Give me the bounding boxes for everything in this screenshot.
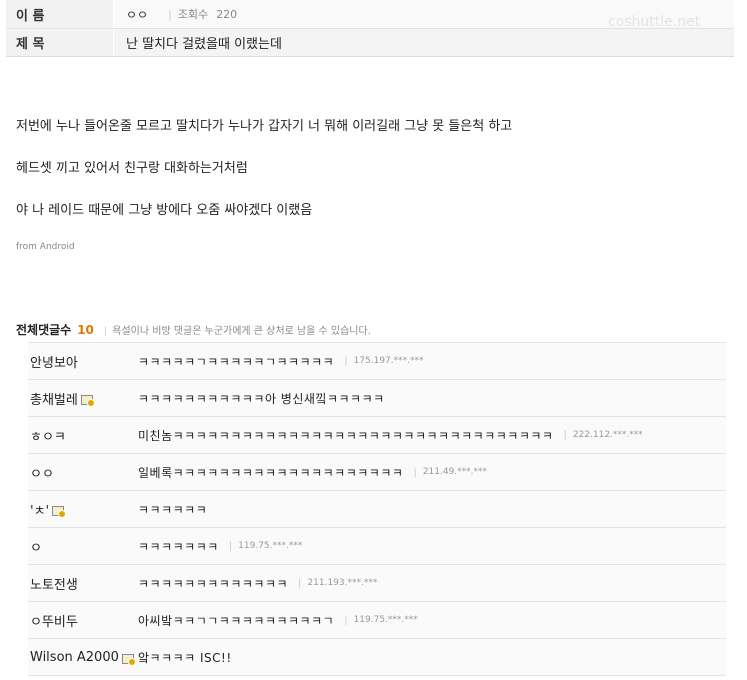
- divider: |: [413, 466, 417, 478]
- comment-row: ㅇㅇ 일베록ㅋㅋㅋㅋㅋㅋㅋㅋㅋㅋㅋㅋㅋㅋㅋㅋㅋㅋㅋㅋ | 211.49.***.***: [28, 454, 726, 491]
- comment-row: 'ㅊ' ㅋㅋㅋㅋㅋㅋ: [28, 491, 726, 528]
- comment-ip: 211.49.***.***: [422, 467, 488, 477]
- title-row: 제 목 난 딸치다 걸렸을때 이랬는데: [6, 29, 734, 57]
- comment-author[interactable]: Wilson A2000: [28, 649, 138, 666]
- comment-author-name: Wilson A2000: [30, 649, 119, 665]
- comment-ip: 175.197.***.***: [353, 356, 424, 366]
- divider: |: [168, 7, 172, 21]
- post-title: 난 딸치다 걸렸을때 이랬는데: [126, 37, 282, 52]
- title-label: 제 목: [6, 29, 114, 56]
- comment-author[interactable]: 노토전생: [28, 574, 138, 593]
- comment-text: ㅋㅋㅋㅋㅋㅋㅋㅋㅋㅋㅋ아 병신새낔ㅋㅋㅋㅋㅋ: [138, 391, 385, 406]
- comment-row: ㅇ ㅋㅋㅋㅋㅋㅋㅋ | 119.75.***.***: [28, 528, 726, 565]
- comment-author[interactable]: 'ㅊ': [28, 500, 138, 519]
- comment-author-name: 안녕보아: [30, 355, 78, 371]
- name-label: 이 름: [6, 0, 114, 28]
- author-name[interactable]: ㅇㅇ: [126, 6, 148, 23]
- post-source: from Android: [16, 242, 75, 252]
- comment-text: ㅋㅋㅋㅋㅋㅋ: [138, 502, 208, 517]
- member-gallery-icon[interactable]: [121, 654, 136, 666]
- comment-author-name: 총채벌레: [30, 392, 78, 408]
- comment-author-name: 'ㅊ': [30, 503, 50, 519]
- comment-text: 일베록ㅋㅋㅋㅋㅋㅋㅋㅋㅋㅋㅋㅋㅋㅋㅋㅋㅋㅋㅋㅋ: [138, 465, 404, 480]
- divider: |: [298, 577, 302, 589]
- comment-author[interactable]: 안녕보아: [28, 352, 138, 371]
- divider: |: [103, 326, 108, 337]
- divider: |: [228, 540, 233, 552]
- comment-author-name: ㅇㅇ: [30, 466, 54, 482]
- comment-row: ㅇ뚜비두 아씨밬ㅋㅋㄱㄱㅋㅋㅋㅋㅋㅋㅋㅋㅋㄱ | 119.75.***.***: [28, 602, 726, 639]
- comment-author-name: 노토전생: [30, 577, 78, 593]
- comment-author-name: ㅇ: [30, 540, 42, 556]
- member-gallery-icon[interactable]: [52, 506, 67, 518]
- comment-text: ㅋㅋㅋㅋㅋㅋㅋ: [138, 539, 219, 554]
- divider: |: [344, 355, 348, 367]
- divider: |: [344, 614, 348, 626]
- comment-ip: 119.75.***.***: [238, 541, 303, 551]
- comment-ip: 119.75.***.***: [353, 615, 418, 625]
- comment-author[interactable]: 총채벌레: [28, 389, 138, 408]
- member-gallery-icon[interactable]: [80, 395, 95, 407]
- watermark: coshuttle.net: [608, 14, 701, 30]
- comment-row: ㅎㅇㅋ 미친놈ㅋㅋㅋㅋㅋㅋㅋㅋㅋㅋㅋㅋㅋㅋㅋㅋㅋㅋㅋㅋㅋㅋㅋㅋㅋㅋㅋㅋㅋㅋㅋㅋㅋ |…: [28, 417, 726, 454]
- comment-author[interactable]: ㅎㅇㅋ: [28, 426, 138, 445]
- comment-author[interactable]: ㅇㅇ: [28, 463, 138, 482]
- comment-row: 총채벌레 ㅋㅋㅋㅋㅋㅋㅋㅋㅋㅋㅋ아 병신새낔ㅋㅋㅋㅋㅋ: [28, 380, 726, 417]
- comment-row: Wilson A2000 앜ㅋㅋㅋㅋ ISC!!: [28, 639, 726, 676]
- comment-text: 아씨밬ㅋㅋㄱㄱㅋㅋㅋㅋㅋㅋㅋㅋㅋㄱ: [138, 613, 335, 628]
- comment-ip: 222.112.***.***: [572, 430, 643, 440]
- comments-header: 전체댓글수 10 | 욕설이나 비방 댓글은 누군가에게 큰 상처로 남을 수 …: [16, 321, 371, 338]
- comment-row: 안녕보아 ㅋㅋㅋㅋㅋㄱㅋㅋㅋㅋㅋㄱㅋㅋㅋㅋㅋ | 175.197.***.***: [28, 343, 726, 380]
- comment-author-name: ㅇ뚜비두: [30, 614, 78, 630]
- post-body-line: 야 나 레이드 때문에 그냥 방에다 오줌 싸야겠다 이랬음: [16, 203, 313, 218]
- comment-text: ㅋㅋㅋㅋㅋㅋㅋㅋㅋㅋㅋㅋㅋ: [138, 576, 289, 591]
- post-body-line: 저번에 누나 들어온줄 모르고 딸치다가 누나가 갑자기 너 뭐해 이러길래 그…: [16, 119, 513, 134]
- comments-title: 전체댓글수: [16, 323, 72, 337]
- comment-text: ㅋㅋㅋㅋㅋㄱㅋㅋㅋㅋㅋㄱㅋㅋㅋㅋㅋ: [138, 354, 335, 369]
- views-count: 220: [216, 7, 238, 21]
- comment-author[interactable]: ㅇ: [28, 537, 138, 556]
- divider: |: [563, 429, 567, 441]
- comments-notice: 욕설이나 비방 댓글은 누군가에게 큰 상처로 남을 수 있습니다.: [112, 326, 371, 337]
- views-label: 조회수: [177, 8, 209, 21]
- comment-row: 노토전생 ㅋㅋㅋㅋㅋㅋㅋㅋㅋㅋㅋㅋㅋ | 211.193.***.***: [28, 565, 726, 602]
- comments-count: 10: [77, 323, 94, 337]
- comment-author-name: ㅎㅇㅋ: [30, 429, 66, 445]
- comment-ip: 211.193.***.***: [307, 578, 378, 588]
- comment-text: 앜ㅋㅋㅋㅋ ISC!!: [138, 650, 232, 665]
- comment-list: 안녕보아 ㅋㅋㅋㅋㅋㄱㅋㅋㅋㅋㅋㄱㅋㅋㅋㅋㅋ | 175.197.***.*** 총채벌…: [28, 342, 726, 676]
- comment-text: 미친놈ㅋㅋㅋㅋㅋㅋㅋㅋㅋㅋㅋㅋㅋㅋㅋㅋㅋㅋㅋㅋㅋㅋㅋㅋㅋㅋㅋㅋㅋㅋㅋㅋㅋ: [138, 428, 554, 443]
- title-cell: 난 딸치다 걸렸을때 이랬는데: [114, 29, 734, 56]
- post-body-line: 헤드셋 끼고 있어서 친구랑 대화하는거처럼: [16, 161, 248, 176]
- comment-author[interactable]: ㅇ뚜비두: [28, 611, 138, 630]
